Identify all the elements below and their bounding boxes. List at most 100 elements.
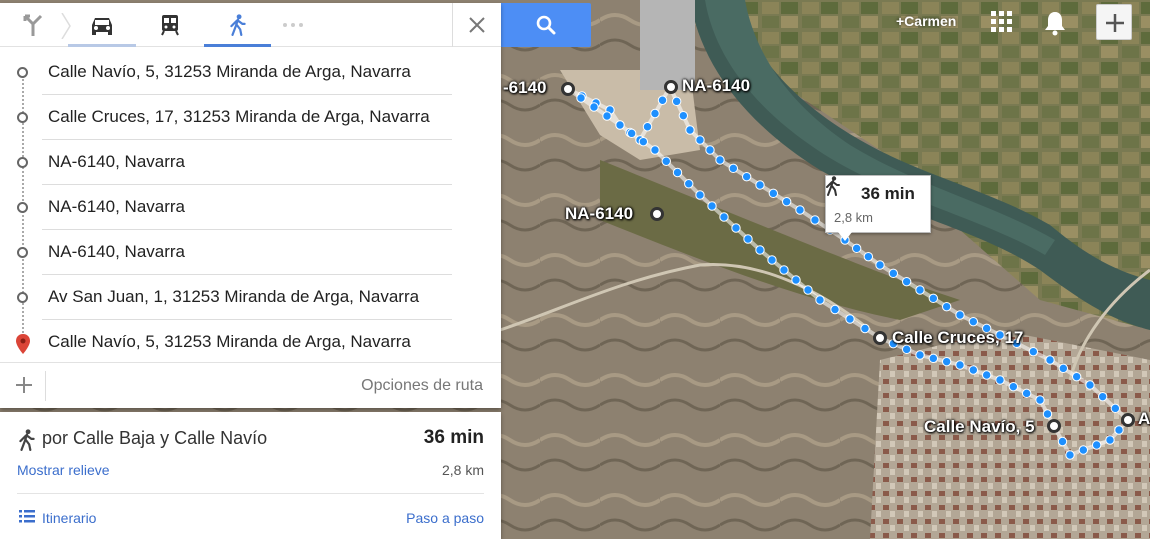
route-dot bbox=[672, 167, 683, 178]
route-dot bbox=[719, 212, 729, 222]
route-dot bbox=[795, 205, 805, 215]
map-label-calle-cruces: Calle Cruces, 17 bbox=[892, 328, 1024, 347]
route-dot bbox=[768, 188, 779, 199]
route-dot bbox=[602, 111, 612, 121]
waypoint-row[interactable]: NA-6140, Navarra bbox=[0, 140, 501, 185]
route-dot bbox=[678, 110, 689, 121]
route-dot bbox=[589, 102, 599, 112]
waypoint-input[interactable]: NA-6140, Navarra bbox=[42, 140, 452, 185]
route-dot bbox=[968, 316, 979, 327]
route-dot bbox=[695, 135, 705, 145]
route-dot bbox=[728, 163, 739, 174]
route-summary-card[interactable]: por Calle Baja y Calle Navío 36 min Most… bbox=[0, 412, 501, 539]
show-relief-link[interactable]: Mostrar relieve bbox=[17, 462, 110, 478]
waypoint-dot-icon bbox=[17, 202, 28, 213]
notifications-bell-icon[interactable] bbox=[1043, 10, 1067, 36]
route-dot bbox=[661, 156, 671, 166]
waypoint-marker-na6140-left[interactable] bbox=[561, 82, 575, 96]
route-dot bbox=[928, 353, 939, 364]
car-icon bbox=[92, 18, 112, 35]
close-directions-button[interactable] bbox=[452, 3, 501, 47]
waypoint-row[interactable]: Av San Juan, 1, 31253 Miranda de Arga, N… bbox=[0, 275, 501, 320]
route-dot bbox=[638, 136, 649, 147]
route-dot bbox=[705, 145, 715, 155]
walk-mode-tab[interactable] bbox=[204, 3, 271, 47]
step-by-step-link[interactable]: Paso a paso bbox=[406, 510, 484, 526]
route-dot bbox=[685, 125, 695, 135]
waypoint-marker-na6140-top[interactable] bbox=[664, 80, 678, 94]
car-mode-tab[interactable] bbox=[68, 3, 136, 47]
waypoint-input[interactable]: Calle Navío, 5, 31253 Miranda de Arga, N… bbox=[42, 50, 452, 95]
route-dot bbox=[810, 215, 820, 225]
route-dot bbox=[1078, 445, 1089, 455]
tooltip-pointer bbox=[838, 232, 852, 241]
route-dot bbox=[1110, 403, 1121, 414]
search-button[interactable] bbox=[501, 3, 591, 47]
route-dot bbox=[901, 276, 912, 287]
route-dot bbox=[657, 95, 668, 105]
map-label-na6140-top: NA-6140 bbox=[682, 76, 751, 95]
waypoint-row[interactable]: Calle Cruces, 17, 31253 Miranda de Arga,… bbox=[0, 95, 501, 140]
divider bbox=[45, 371, 46, 401]
route-dot bbox=[684, 179, 694, 189]
destination-row[interactable]: Calle Navío, 5, 31253 Miranda de Arga, N… bbox=[0, 320, 501, 365]
waypoint-marker-calle-navio[interactable] bbox=[1047, 419, 1061, 433]
more-modes-button[interactable] bbox=[272, 3, 314, 47]
route-dot bbox=[1105, 435, 1115, 445]
route-dot bbox=[915, 350, 925, 360]
transit-icon bbox=[161, 15, 179, 36]
map-label-na6140-left: -6140 bbox=[503, 78, 547, 97]
waypoint-dot-icon bbox=[17, 292, 28, 303]
add-icon[interactable] bbox=[14, 375, 34, 395]
route-dot bbox=[941, 356, 952, 367]
close-icon bbox=[469, 17, 485, 33]
route-dot bbox=[741, 171, 752, 182]
route-dot bbox=[779, 265, 789, 275]
waypoint-list: Calle Navío, 5, 31253 Miranda de Arga, N… bbox=[0, 50, 501, 365]
route-options-link[interactable]: Opciones de ruta bbox=[361, 377, 483, 395]
map-label-na6140-mid: NA-6140 bbox=[565, 204, 634, 223]
waypoint-marker-av-san-juan[interactable] bbox=[1121, 413, 1135, 427]
waypoint-marker-na6140-mid[interactable] bbox=[650, 207, 664, 221]
directions-panel: Calle Navío, 5, 31253 Miranda de Arga, N… bbox=[0, 3, 501, 408]
route-duration: 36 min bbox=[423, 427, 484, 448]
route-dot bbox=[1035, 395, 1045, 405]
waypoint-input[interactable]: Av San Juan, 1, 31253 Miranda de Arga, N… bbox=[42, 275, 452, 320]
route-duration-tooltip[interactable]: 36 min 2,8 km bbox=[825, 175, 931, 233]
waypoint-input[interactable]: Calle Cruces, 17, 31253 Miranda de Arga,… bbox=[42, 95, 452, 140]
route-dot bbox=[851, 243, 862, 254]
route-dot bbox=[1058, 363, 1069, 374]
directions-icon bbox=[23, 14, 43, 36]
waypoint-marker-calle-cruces[interactable] bbox=[873, 331, 887, 345]
transit-mode-tab[interactable] bbox=[136, 3, 204, 47]
waypoint-dot-icon bbox=[17, 112, 28, 123]
route-dot bbox=[955, 360, 965, 370]
waypoint-row[interactable]: Calle Navío, 5, 31253 Miranda de Arga, N… bbox=[0, 50, 501, 95]
waypoint-row[interactable]: NA-6140, Navarra bbox=[0, 185, 501, 230]
apps-grid-icon[interactable] bbox=[991, 11, 1013, 33]
travel-mode-bar bbox=[0, 3, 501, 47]
route-dot bbox=[1097, 391, 1108, 402]
directions-mode-button[interactable] bbox=[8, 3, 58, 47]
account-name-link[interactable]: +Carmen bbox=[896, 13, 956, 29]
waypoint-input[interactable]: NA-6140, Navarra bbox=[42, 230, 452, 275]
route-dot bbox=[803, 285, 813, 295]
plus-icon bbox=[1106, 14, 1124, 32]
share-button[interactable] bbox=[1096, 4, 1132, 40]
route-dot bbox=[888, 268, 899, 279]
route-dot bbox=[1028, 346, 1039, 357]
route-dot bbox=[731, 223, 741, 233]
route-options-bar: Opciones de ruta bbox=[0, 362, 501, 408]
route-dot bbox=[845, 314, 855, 324]
waypoint-input[interactable]: NA-6140, Navarra bbox=[42, 185, 452, 230]
tooltip-duration: 36 min bbox=[861, 184, 915, 203]
walk-icon bbox=[826, 176, 840, 196]
map-label-edge: A bbox=[1138, 409, 1150, 428]
route-dot bbox=[1091, 440, 1102, 450]
destination-input[interactable]: Calle Navío, 5, 31253 Miranda de Arga, N… bbox=[42, 320, 452, 365]
list-icon bbox=[19, 510, 35, 523]
route-dot bbox=[791, 275, 801, 285]
route-distance: 2,8 km bbox=[441, 462, 484, 478]
waypoint-row[interactable]: NA-6140, Navarra bbox=[0, 230, 501, 275]
itinerary-link[interactable]: Itinerario bbox=[42, 510, 96, 526]
